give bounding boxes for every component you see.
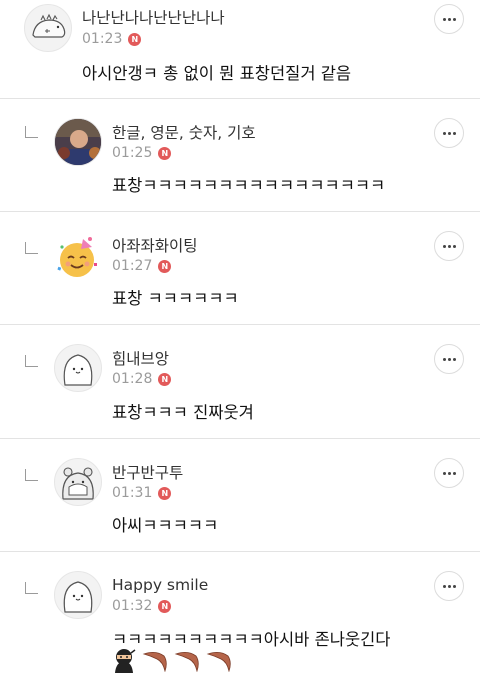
comment-item: 나난난나나난난난나나 01:23 N 아시안갱ㅋ 총 없이 뭔 표창던질거 같음 [0,0,480,99]
blob-avatar-icon[interactable] [54,571,102,619]
comment-nickname[interactable]: Happy smile [112,576,208,594]
timestamp-row: 01:23 N [82,31,142,47]
comment-text: ㅋㅋㅋㅋㅋㅋㅋㅋㅋㅋ아시바 존나웃긴다 [112,630,391,649]
more-options-button[interactable] [434,458,464,488]
reply-item: Happy smile 01:32 N ㅋㅋㅋㅋㅋㅋㅋㅋㅋㅋ아시바 존나웃긴다 [0,552,480,688]
reply-arrow-icon [25,582,38,594]
emoji-row [112,648,232,678]
reply-arrow-icon [25,242,38,254]
more-dots-icon [442,584,456,588]
comment-nickname[interactable]: 나난난나나난난난나나 [82,6,225,28]
comment-time: 01:28 [112,371,153,387]
comment-text: 아시안갱ㅋ 총 없이 뭔 표창던질거 같음 [82,64,352,83]
new-badge: N [158,486,172,500]
party-face-icon[interactable] [54,233,102,281]
reply-arrow-icon [25,469,38,481]
comment-text: 표창ㅋㅋㅋㅋㅋㅋㅋㅋㅋㅋㅋㅋㅋㅋㅋㅋ [112,176,386,195]
more-options-button[interactable] [434,118,464,148]
dino-avatar-icon[interactable] [24,4,72,52]
more-options-button[interactable] [434,344,464,374]
reply-arrow-icon [25,126,38,138]
boomerang-icon [142,650,168,676]
comment-time: 01:25 [112,145,153,161]
comment-time: 01:23 [82,31,123,47]
comment-text: 표창 ㅋㅋㅋㅋㅋㅋ [112,289,239,308]
reply-item: 반구반구투 01:31 N 아씨ㅋㅋㅋㅋㅋ [0,439,480,552]
comment-time: 01:27 [112,258,153,274]
new-badge: N [158,259,172,273]
more-dots-icon [442,244,456,248]
timestamp-row: 01:25 N [112,145,172,161]
boomerang-icon [206,650,232,676]
blob-avatar-icon[interactable] [54,344,102,392]
more-options-button[interactable] [434,4,464,34]
timestamp-row: 01:27 N [112,258,172,274]
more-dots-icon [442,17,456,21]
comment-text: 표창ㅋㅋㅋ 진짜웃겨 [112,403,254,422]
new-badge: N [128,32,142,46]
reply-arrow-icon [25,355,38,367]
timestamp-row: 01:32 N [112,598,172,614]
reply-item: 힘내브앙 01:28 N 표창ㅋㅋㅋ 진짜웃겨 [0,325,480,439]
comment-nickname[interactable]: 반구반구투 [112,461,183,483]
ninja-icon [112,648,136,678]
comment-nickname[interactable]: 아좌좌화이팅 [112,234,198,256]
comment-time: 01:32 [112,598,153,614]
timestamp-row: 01:28 N [112,371,172,387]
new-badge: N [158,146,172,160]
boomerang-icon [174,650,200,676]
new-badge: N [158,372,172,386]
reply-item: 한글, 영문, 숫자, 기호 01:25 N 표창ㅋㅋㅋㅋㅋㅋㅋㅋㅋㅋㅋㅋㅋㅋㅋ… [0,99,480,212]
comment-nickname[interactable]: 힘내브앙 [112,347,169,369]
timestamp-row: 01:31 N [112,485,172,501]
more-dots-icon [442,131,456,135]
hamster-avatar-icon[interactable] [54,458,102,506]
photo-avatar-icon[interactable] [54,118,102,166]
new-badge: N [158,599,172,613]
comment-text: 아씨ㅋㅋㅋㅋㅋ [112,516,219,535]
more-options-button[interactable] [434,571,464,601]
reply-item: 아좌좌화이팅 01:27 N 표창 ㅋㅋㅋㅋㅋㅋ [0,212,480,325]
more-dots-icon [442,471,456,475]
comment-nickname[interactable]: 한글, 영문, 숫자, 기호 [112,121,256,143]
more-dots-icon [442,357,456,361]
more-options-button[interactable] [434,231,464,261]
comment-time: 01:31 [112,485,153,501]
